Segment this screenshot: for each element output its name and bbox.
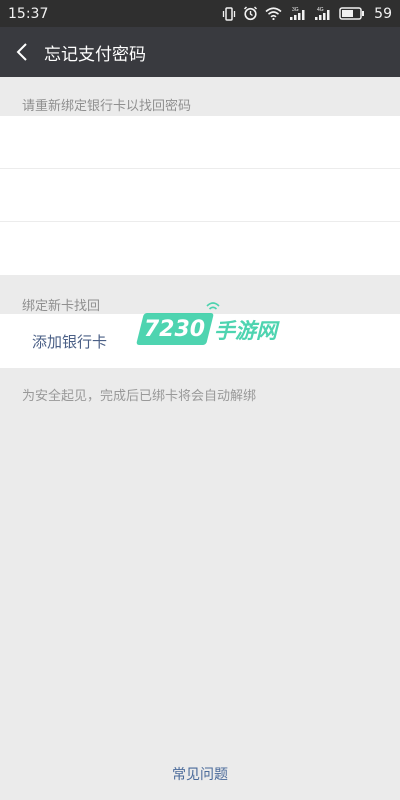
signal-4g-icon: 4G bbox=[315, 7, 330, 20]
svg-text:3G: 3G bbox=[292, 7, 299, 13]
chevron-left-icon bbox=[16, 43, 27, 61]
auto-unbind-note: 为安全起见，完成后已绑卡将会自动解绑 bbox=[22, 389, 257, 404]
status-icons: 3G 4G 59 bbox=[222, 6, 392, 22]
bank-card-row[interactable] bbox=[0, 222, 400, 275]
bank-card-row[interactable] bbox=[0, 169, 400, 222]
back-button[interactable] bbox=[0, 27, 44, 77]
battery-icon bbox=[339, 7, 365, 20]
new-card-section-label: 绑定新卡找回 bbox=[22, 299, 101, 314]
page-title: 忘记支付密码 bbox=[44, 44, 146, 65]
title-bar: 忘记支付密码 bbox=[0, 27, 400, 77]
add-bank-card-label: 添加银行卡 bbox=[32, 332, 108, 351]
signal-3g-icon: 3G bbox=[290, 7, 305, 20]
status-time: 15:37 bbox=[8, 5, 49, 22]
watermark-text: 手游网 bbox=[214, 319, 277, 343]
watermark-number: 7230 bbox=[144, 316, 206, 342]
watermark-wifi-icon bbox=[206, 302, 220, 310]
faq-link[interactable]: 常见问题 bbox=[0, 764, 400, 784]
svg-text:4G: 4G bbox=[317, 7, 324, 13]
battery-percent: 59 bbox=[374, 5, 392, 22]
watermark-logo: 7230 手游网 bbox=[136, 302, 280, 355]
status-bar: 15:37 3G 4G 59 bbox=[0, 0, 400, 27]
rebind-section-label: 请重新绑定银行卡以找回密码 bbox=[22, 99, 192, 114]
bank-card-row[interactable] bbox=[0, 116, 400, 169]
vibrate-icon bbox=[223, 6, 236, 21]
wifi-icon bbox=[265, 7, 282, 20]
alarm-icon bbox=[244, 6, 258, 21]
watermark-number-badge: 7230 bbox=[136, 313, 214, 345]
bank-card-list bbox=[0, 116, 400, 275]
